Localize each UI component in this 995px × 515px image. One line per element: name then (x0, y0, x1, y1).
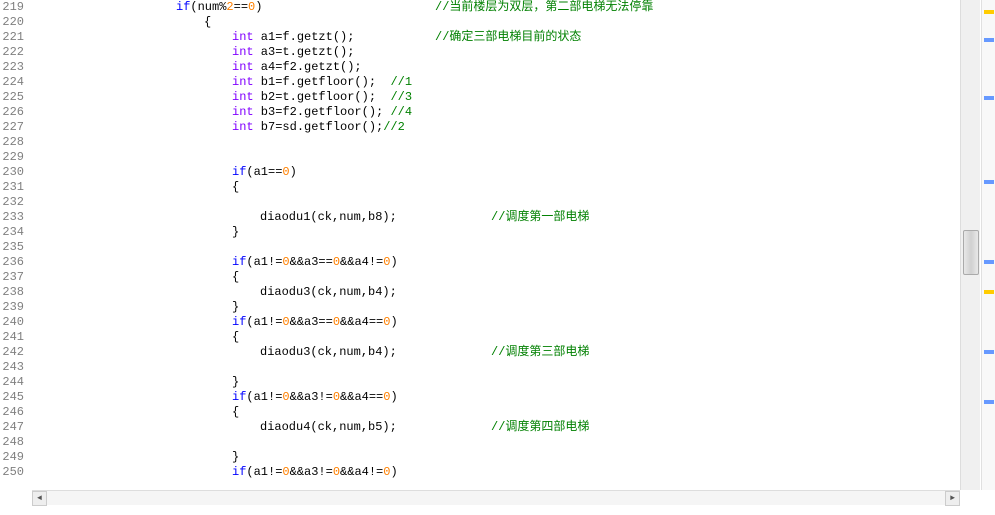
horizontal-scrollbar[interactable]: ◄ ► (32, 490, 960, 505)
code-line[interactable]: int a4=f2.getzt(); (32, 60, 960, 75)
code-line[interactable]: { (32, 180, 960, 195)
line-number: 226 (0, 105, 24, 120)
line-number: 219 (0, 0, 24, 15)
line-number: 241 (0, 330, 24, 345)
comment: //调度第一部电梯 (491, 210, 589, 225)
comment: //当前楼层为双层，第二部电梯无法停靠 (435, 0, 653, 15)
marker[interactable] (984, 350, 994, 354)
marker[interactable] (984, 180, 994, 184)
line-number: 240 (0, 315, 24, 330)
code-line[interactable]: if(a1!=0&&a3==0&&a4==0) (32, 315, 960, 330)
line-number: 228 (0, 135, 24, 150)
vertical-scrollbar-thumb[interactable] (963, 230, 979, 275)
line-number: 220 (0, 15, 24, 30)
line-number: 243 (0, 360, 24, 375)
line-number: 221 (0, 30, 24, 45)
code-line[interactable]: int b2=t.getfloor(); //3 (32, 90, 960, 105)
code-line[interactable]: } (32, 375, 960, 390)
line-number: 244 (0, 375, 24, 390)
code-line[interactable]: } (32, 450, 960, 465)
line-number: 232 (0, 195, 24, 210)
line-gutter: 2192202212222232242252262272282292302312… (0, 0, 32, 490)
line-number: 225 (0, 90, 24, 105)
line-number: 249 (0, 450, 24, 465)
marker[interactable] (984, 400, 994, 404)
code-line[interactable]: if(a1!=0&&a3==0&&a4!=0) (32, 255, 960, 270)
code-line[interactable]: int a1=f.getzt();//确定三部电梯目前的状态 (32, 30, 960, 45)
line-number: 224 (0, 75, 24, 90)
line-number: 223 (0, 60, 24, 75)
line-number: 238 (0, 285, 24, 300)
comment: //确定三部电梯目前的状态 (435, 30, 581, 45)
code-line[interactable]: if(num%2==0)//当前楼层为双层，第二部电梯无法停靠 (32, 0, 960, 15)
code-line[interactable]: int a3=t.getzt(); (32, 45, 960, 60)
code-line[interactable]: { (32, 15, 960, 30)
code-line[interactable]: diaodu3(ck,num,b4); (32, 285, 960, 300)
code-line[interactable]: diaodu3(ck,num,b4);//调度第三部电梯 (32, 345, 960, 360)
hscroll-right-arrow[interactable]: ► (945, 491, 960, 506)
code-line[interactable]: } (32, 225, 960, 240)
code-line[interactable] (32, 360, 960, 375)
line-number: 242 (0, 345, 24, 360)
code-line[interactable]: int b3=f2.getfloor(); //4 (32, 105, 960, 120)
code-line[interactable] (32, 135, 960, 150)
marker[interactable] (984, 10, 994, 14)
line-number: 233 (0, 210, 24, 225)
line-number: 246 (0, 405, 24, 420)
code-line[interactable] (32, 240, 960, 255)
line-number: 248 (0, 435, 24, 450)
marker[interactable] (984, 290, 994, 294)
line-number: 235 (0, 240, 24, 255)
line-number: 230 (0, 165, 24, 180)
marker-bar[interactable] (981, 0, 995, 490)
code-line[interactable] (32, 195, 960, 210)
line-number: 222 (0, 45, 24, 60)
line-number: 234 (0, 225, 24, 240)
editor-container: 2192202212222232242252262272282292302312… (0, 0, 960, 490)
marker[interactable] (984, 96, 994, 100)
code-line[interactable]: if(a1!=0&&a3!=0&&a4==0) (32, 390, 960, 405)
hscroll-left-arrow[interactable]: ◄ (32, 491, 47, 506)
code-line[interactable] (32, 435, 960, 450)
line-number: 229 (0, 150, 24, 165)
code-line[interactable]: { (32, 405, 960, 420)
code-line[interactable] (32, 150, 960, 165)
line-number: 247 (0, 420, 24, 435)
line-number: 239 (0, 300, 24, 315)
comment: //调度第四部电梯 (491, 420, 589, 435)
code-line[interactable]: int b1=f.getfloor(); //1 (32, 75, 960, 90)
marker[interactable] (984, 38, 994, 42)
comment: //调度第三部电梯 (491, 345, 589, 360)
code-line[interactable]: int b7=sd.getfloor();//2 (32, 120, 960, 135)
code-line[interactable]: diaodu1(ck,num,b8);//调度第一部电梯 (32, 210, 960, 225)
line-number: 227 (0, 120, 24, 135)
code-line[interactable]: { (32, 270, 960, 285)
vertical-scrollbar[interactable] (960, 0, 980, 490)
line-number: 236 (0, 255, 24, 270)
line-number: 231 (0, 180, 24, 195)
line-number: 245 (0, 390, 24, 405)
code-line[interactable]: } (32, 300, 960, 315)
line-number: 250 (0, 465, 24, 480)
code-line[interactable]: { (32, 330, 960, 345)
code-area[interactable]: if(num%2==0)//当前楼层为双层，第二部电梯无法停靠{int a1=f… (32, 0, 960, 490)
line-number: 237 (0, 270, 24, 285)
marker[interactable] (984, 260, 994, 264)
code-line[interactable]: if(a1==0) (32, 165, 960, 180)
code-line[interactable]: if(a1!=0&&a3!=0&&a4!=0) (32, 465, 960, 480)
code-line[interactable]: diaodu4(ck,num,b5);//调度第四部电梯 (32, 420, 960, 435)
